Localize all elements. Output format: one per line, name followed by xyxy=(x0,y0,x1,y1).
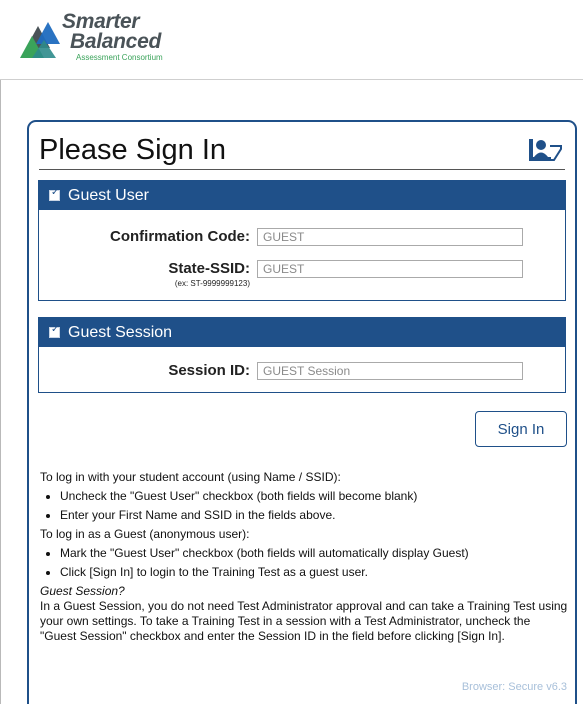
session-id-input[interactable] xyxy=(257,362,523,380)
guest-session-question: Guest Session? xyxy=(40,584,125,598)
window-left-edge xyxy=(0,0,1,704)
guest-intro: To log in as a Guest (anonymous user): xyxy=(40,527,250,541)
logo-line1: Smarter xyxy=(62,10,140,33)
title-divider xyxy=(39,169,565,170)
student-intro: To log in with your student account (usi… xyxy=(40,470,341,484)
header: Smarter Balanced Assessment Consortium xyxy=(0,0,583,80)
guest-user-label: Guest User xyxy=(68,187,149,204)
guest-user-section: ✓ Guest User Confirmation Code: State-SS… xyxy=(38,180,566,301)
guest-user-checkbox[interactable]: ✓ xyxy=(49,187,60,201)
guest-session-header: ✓ Guest Session xyxy=(39,318,565,347)
list-item: Uncheck the "Guest User" checkbox (both … xyxy=(60,489,568,504)
logo-triangles-icon xyxy=(20,22,60,58)
logo-line2: Balanced xyxy=(70,30,161,53)
session-id-label: Session ID: xyxy=(168,362,250,379)
checkmark-icon: ✓ xyxy=(51,187,60,198)
guest-session-text: In a Guest Session, you do not need Test… xyxy=(40,599,568,643)
sign-in-button[interactable]: Sign In xyxy=(475,411,567,447)
guest-session-section: ✓ Guest Session Session ID: xyxy=(38,317,566,393)
checkmark-icon: ✓ xyxy=(51,324,60,335)
confirmation-code-label: Confirmation Code: xyxy=(110,228,250,245)
page-title: Please Sign In xyxy=(39,134,227,166)
guest-user-header: ✓ Guest User xyxy=(39,181,565,210)
logo-wordmark: Smarter Balanced Assessment Consortium xyxy=(62,10,163,62)
student-steps-list: Uncheck the "Guest User" checkbox (both … xyxy=(40,489,568,523)
user-card-icon xyxy=(529,139,562,161)
version-label: Browser: Secure v6.3 xyxy=(461,681,567,693)
state-ssid-hint: (ex: ST-9999999123) xyxy=(174,279,250,288)
signin-panel: Please Sign In ✓ Guest User Confirmation… xyxy=(27,120,577,704)
list-item: Enter your First Name and SSID in the fi… xyxy=(60,508,568,523)
logo-tagline: Assessment Consortium xyxy=(76,53,163,62)
guest-session-label: Guest Session xyxy=(68,324,173,341)
state-ssid-input[interactable] xyxy=(257,260,523,278)
state-ssid-label: State-SSID: xyxy=(168,260,250,277)
guest-session-checkbox[interactable]: ✓ xyxy=(49,324,60,338)
smarter-balanced-logo: Smarter Balanced Assessment Consortium xyxy=(18,10,188,72)
confirmation-code-input[interactable] xyxy=(257,228,523,246)
instructions: To log in with your student account (usi… xyxy=(40,470,568,644)
list-item: Mark the "Guest User" checkbox (both fie… xyxy=(60,546,568,561)
list-item: Click [Sign In] to login to the Training… xyxy=(60,565,568,580)
guest-steps-list: Mark the "Guest User" checkbox (both fie… xyxy=(40,546,568,580)
